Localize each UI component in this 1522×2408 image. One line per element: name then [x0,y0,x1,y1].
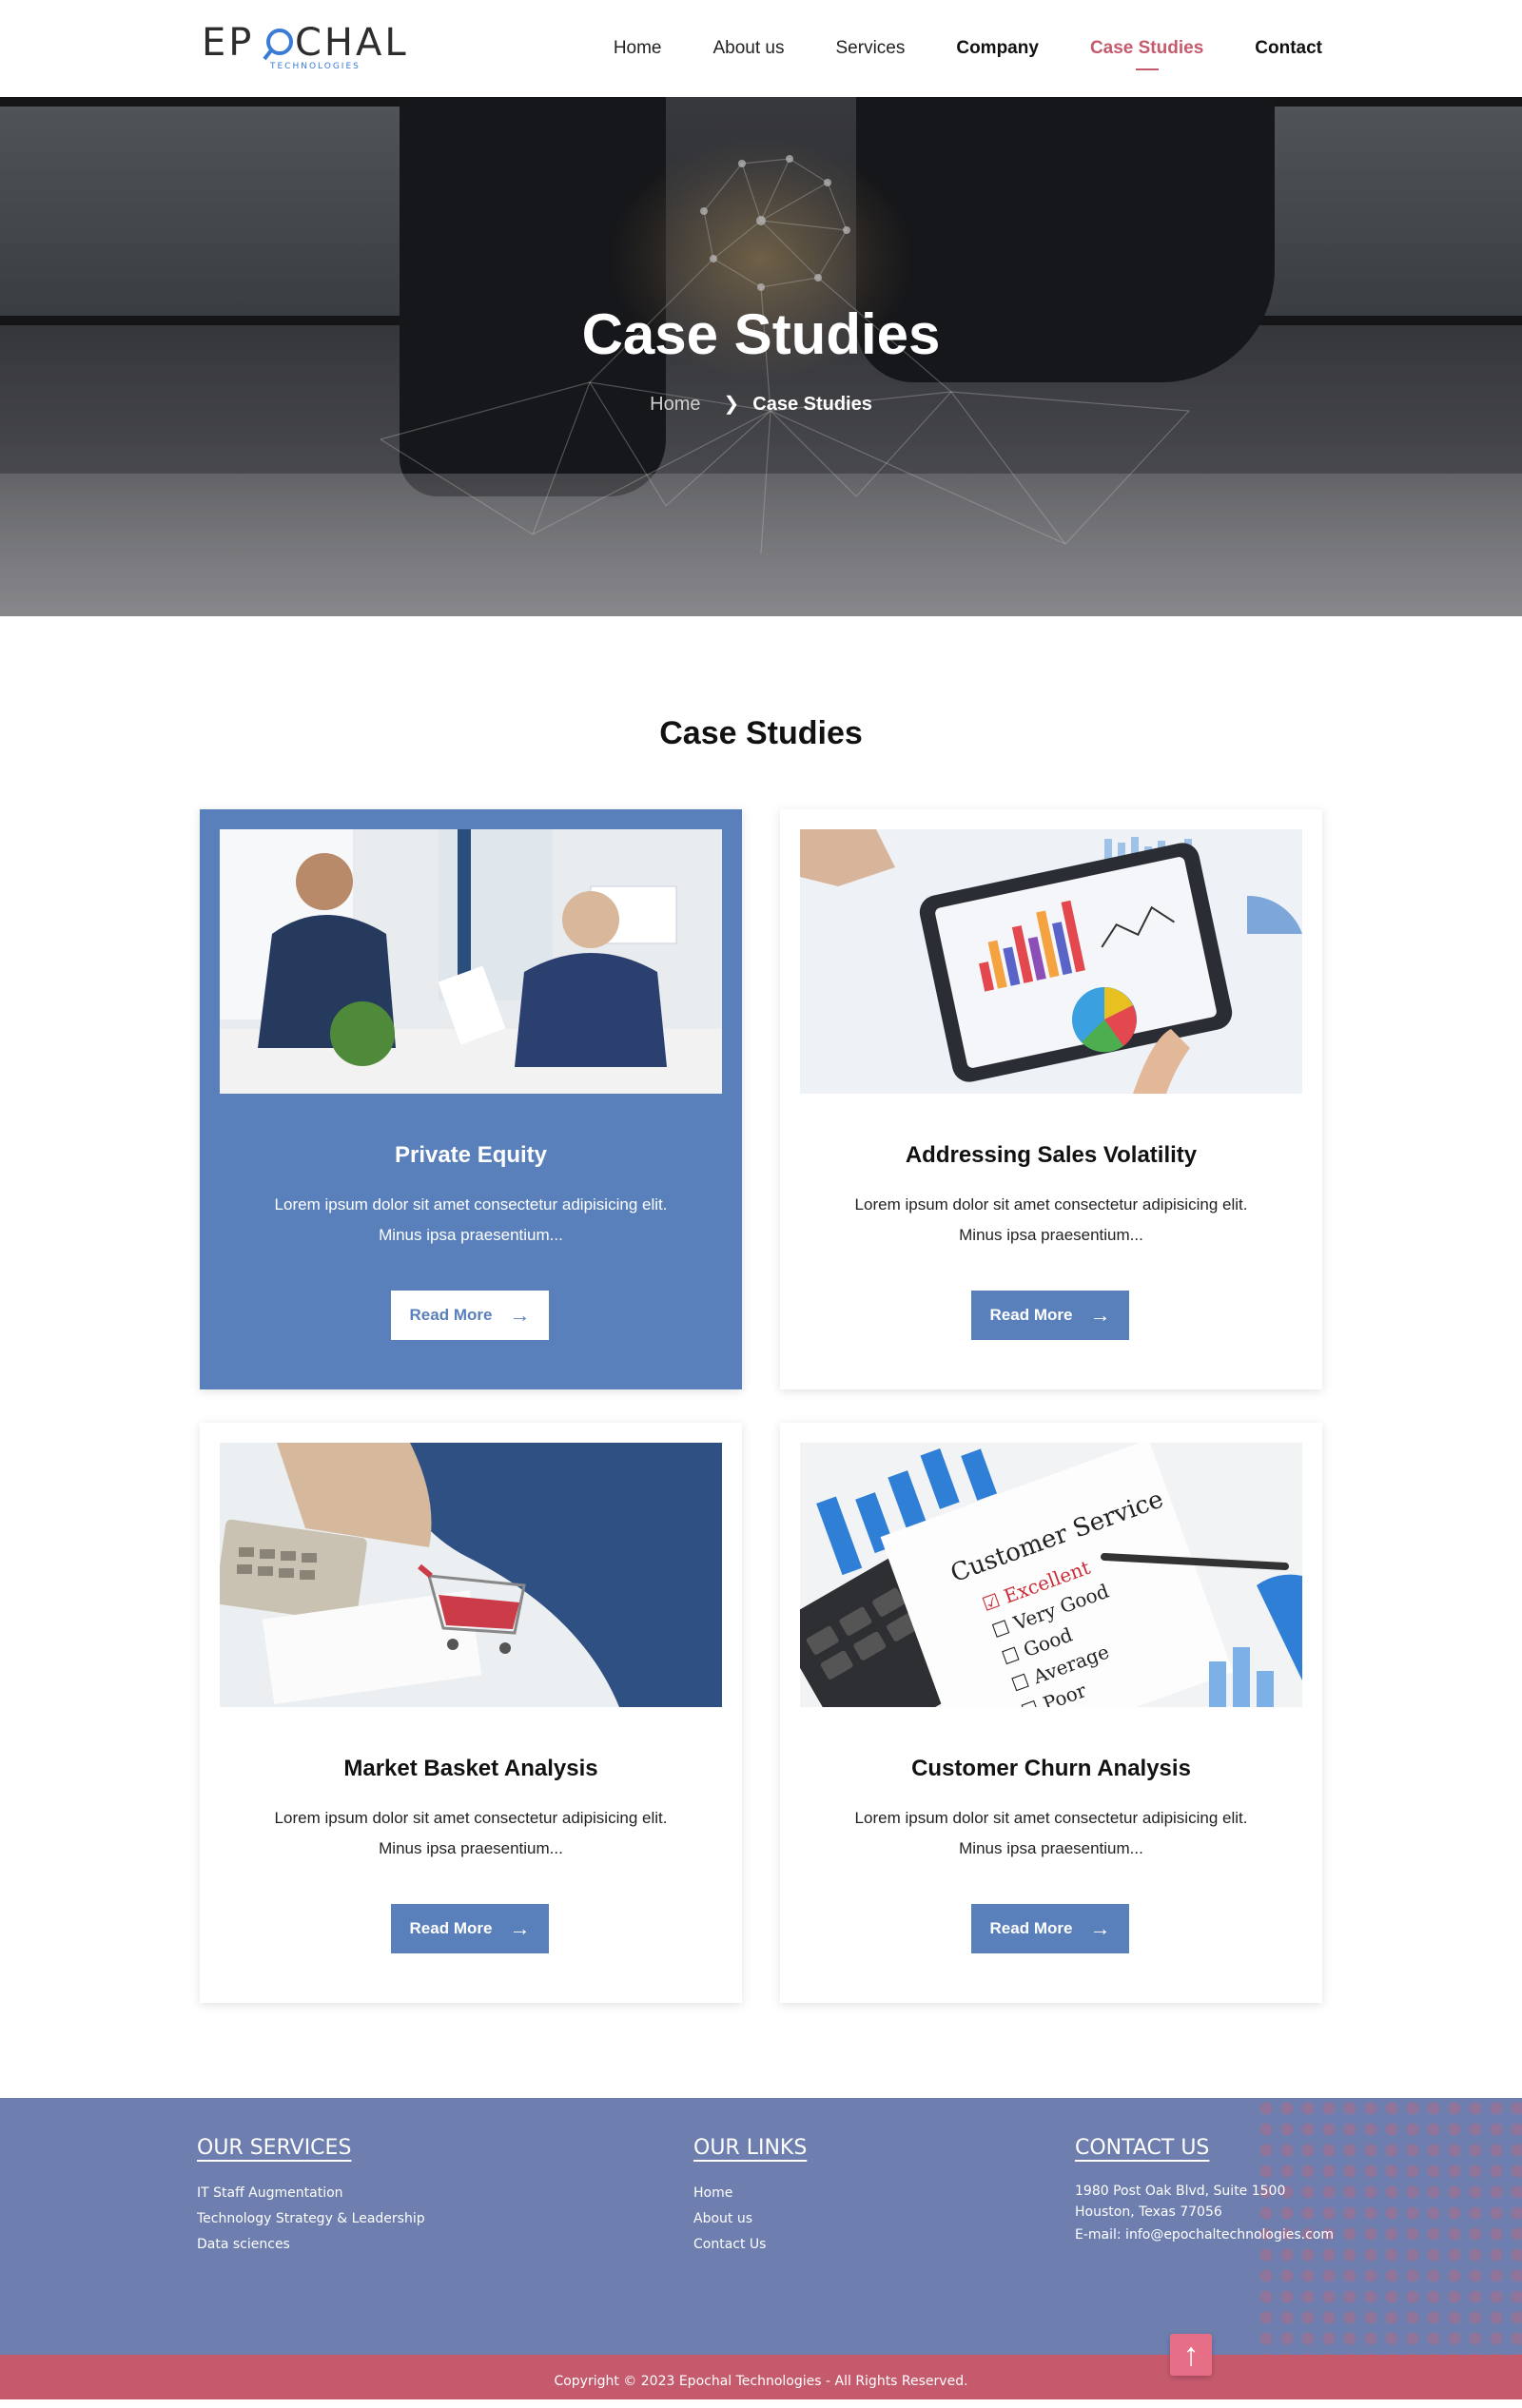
main-nav: Home About us Services Company Case Stud… [614,0,1322,97]
case-study-card: Private Equity Lorem ipsum dolor sit ame… [200,809,742,1389]
button-label: Read More [409,1306,493,1324]
customer-survey-image: Customer Service ☑ Excellent ☐ Very Good… [800,1443,1302,1707]
read-more-button[interactable]: Read More → [391,1291,549,1340]
svg-text:CHAL: CHAL [295,21,409,65]
footer-service-item: Data sciences [197,2237,290,2252]
breadcrumb-home[interactable]: Home [650,394,700,415]
nav-home[interactable]: Home [614,38,662,59]
nav-company[interactable]: Company [956,38,1039,59]
contact-address: 1980 Post Oak Blvd, Suite 1500 [1075,2184,1286,2199]
case-study-card: Addressing Sales Volatility Lorem ipsum … [780,809,1322,1389]
button-label: Read More [409,1919,493,1937]
read-more-button[interactable]: Read More → [971,1904,1129,1953]
button-label: Read More [989,1306,1073,1324]
footer-link-about[interactable]: About us [693,2206,807,2232]
site-footer: OUR SERVICES IT Staff Augmentation Techn… [0,2098,1522,2355]
svg-text:EP: EP [202,21,254,65]
card-title: Addressing Sales Volatility [905,1142,1198,1168]
arrow-right-icon: → [509,1303,531,1327]
footer-services: OUR SERVICES IT Staff Augmentation Techn… [197,2136,425,2258]
tablet-charts-image [800,829,1302,1094]
footer-heading: OUR SERVICES [197,2136,352,2160]
button-label: Read More [989,1919,1073,1937]
nav-services[interactable]: Services [836,38,906,59]
read-more-button[interactable]: Read More → [971,1291,1129,1340]
nav-case-studies[interactable]: Case Studies [1090,38,1203,59]
read-more-button[interactable]: Read More → [391,1904,549,1953]
nav-about[interactable]: About us [713,38,785,59]
logo-icon: EP CHAL TECHNOLOGIES [202,21,409,71]
contact-city: Houston, Texas 77056 [1075,2204,1222,2220]
shopping-cart-image [220,1443,722,1707]
svg-text:TECHNOLOGIES: TECHNOLOGIES [269,62,361,71]
case-study-card: Customer Service ☑ Excellent ☐ Very Good… [780,1423,1322,2003]
arrow-right-icon: → [509,1916,531,1940]
card-text: Lorem ipsum dolor sit amet consectetur a… [854,1195,1248,1244]
arrow-up-icon[interactable]: ↑ [1170,2334,1212,2376]
footer-link-home[interactable]: Home [693,2181,807,2206]
arrow-right-icon: → [1089,1916,1111,1940]
footer-link-contact[interactable]: Contact Us [693,2232,807,2258]
site-logo[interactable]: EP CHAL TECHNOLOGIES [202,19,420,76]
card-title: Private Equity [394,1142,548,1168]
arrow-right-icon: → [1089,1303,1111,1327]
footer-service-item: IT Staff Augmentation [197,2185,343,2201]
card-title: Customer Churn Analysis [911,1756,1191,1781]
copyright-bar: Copyright © 2023 Epochal Technologies - … [0,2355,1522,2399]
business-meeting-image [220,829,722,1094]
footer-heading: CONTACT US [1075,2136,1210,2160]
breadcrumb-current: Case Studies [752,394,872,415]
footer-links: OUR LINKS Home About us Contact Us [693,2136,807,2258]
site-header: EP CHAL TECHNOLOGIES Home About us Servi… [0,0,1522,97]
footer-service-item: Technology Strategy & Leadership [197,2211,425,2226]
card-title: Market Basket Analysis [343,1756,598,1781]
hero-banner: Case Studies Home ❯ Case Studies [0,97,1522,616]
footer-contact: CONTACT US 1980 Post Oak Blvd, Suite 150… [1075,2136,1334,2248]
card-text: Lorem ipsum dolor sit amet consectetur a… [274,1195,668,1244]
footer-heading: OUR LINKS [693,2136,808,2160]
page-title: Case Studies [581,302,941,366]
card-text: Lorem ipsum dolor sit amet consectetur a… [274,1809,668,1857]
contact-email[interactable]: E-mail: info@epochaltechnologies.com [1075,2223,1334,2248]
chevron-right-icon: ❯ [723,394,740,415]
card-text: Lorem ipsum dolor sit amet consectetur a… [854,1809,1248,1857]
breadcrumb: Home ❯ Case Studies [0,392,1522,416]
case-study-card: Market Basket Analysis Lorem ipsum dolor… [200,1423,742,2003]
section-title: Case Studies [659,715,863,751]
nav-contact[interactable]: Contact [1255,38,1322,59]
